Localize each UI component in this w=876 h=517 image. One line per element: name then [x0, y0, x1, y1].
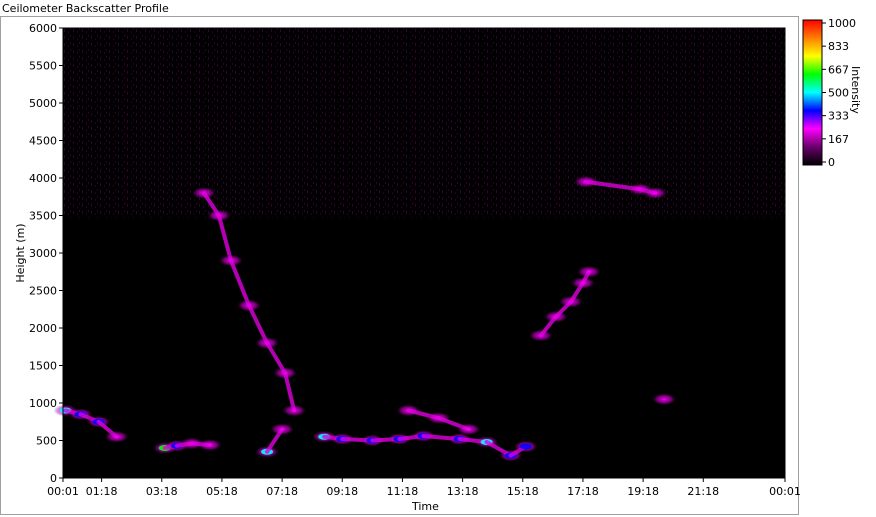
x-tick-label: 07:18 [266, 485, 298, 498]
x-tick-label: 00:01 [47, 485, 79, 498]
x-tick-label: 15:18 [507, 485, 539, 498]
y-tick-label: 3500 [29, 210, 57, 223]
x-tick-label: 05:18 [206, 485, 238, 498]
y-tick-label: 4000 [29, 172, 57, 185]
colorbar-tick-label: 667 [828, 63, 849, 76]
y-tick-label: 1000 [29, 397, 57, 410]
colorbar-tick-label: 1000 [828, 17, 856, 30]
x-axis-label: Time [412, 500, 439, 513]
y-tick-label: 6000 [29, 22, 57, 35]
x-tick-label: 09:18 [326, 485, 358, 498]
x-tick-label: 11:18 [387, 485, 419, 498]
backscatter-feature [104, 430, 129, 443]
y-tick-label: 2000 [29, 322, 57, 335]
y-axis-label: Height (m) [14, 223, 27, 283]
colorbar-tick-label: 500 [828, 87, 849, 100]
backscatter-feature [282, 404, 307, 417]
y-tick-label: 2500 [29, 285, 57, 298]
backscatter-feature [643, 187, 668, 199]
colorbar-label: Intensity [849, 66, 862, 114]
x-tick-label: 00:01 [769, 485, 801, 498]
x-tick-label: 17:18 [567, 485, 599, 498]
backscatter-chart: 0500100015002000250030003500400045005000… [29, 17, 856, 498]
y-tick-label: 5500 [29, 60, 57, 73]
colorbar-tick-label: 333 [828, 110, 849, 123]
backscatter-feature [576, 265, 601, 278]
x-tick-label: 21:18 [687, 485, 719, 498]
noise-texture [63, 28, 785, 218]
x-tick-label: 13:18 [447, 485, 479, 498]
backscatter-core [519, 443, 532, 450]
y-tick-label: 0 [50, 472, 57, 485]
colorbar-tick-label: 833 [828, 40, 849, 53]
colorbar-tick-label: 167 [828, 133, 849, 146]
backscatter-feature [270, 423, 295, 436]
colorbar-scale [802, 19, 823, 166]
backscatter-feature [456, 423, 481, 436]
y-tick-label: 500 [36, 435, 57, 448]
x-tick-label: 03:18 [146, 485, 178, 498]
backscatter-feature [197, 439, 222, 451]
x-tick-label: 01:18 [86, 485, 118, 498]
backscatter-feature [652, 393, 677, 406]
y-tick-label: 4500 [29, 135, 57, 148]
y-tick-label: 1500 [29, 360, 57, 373]
y-tick-label: 3000 [29, 247, 57, 260]
colorbar-tick-label: 0 [828, 156, 835, 169]
x-tick-label: 19:18 [627, 485, 659, 498]
y-tick-label: 5000 [29, 97, 57, 110]
